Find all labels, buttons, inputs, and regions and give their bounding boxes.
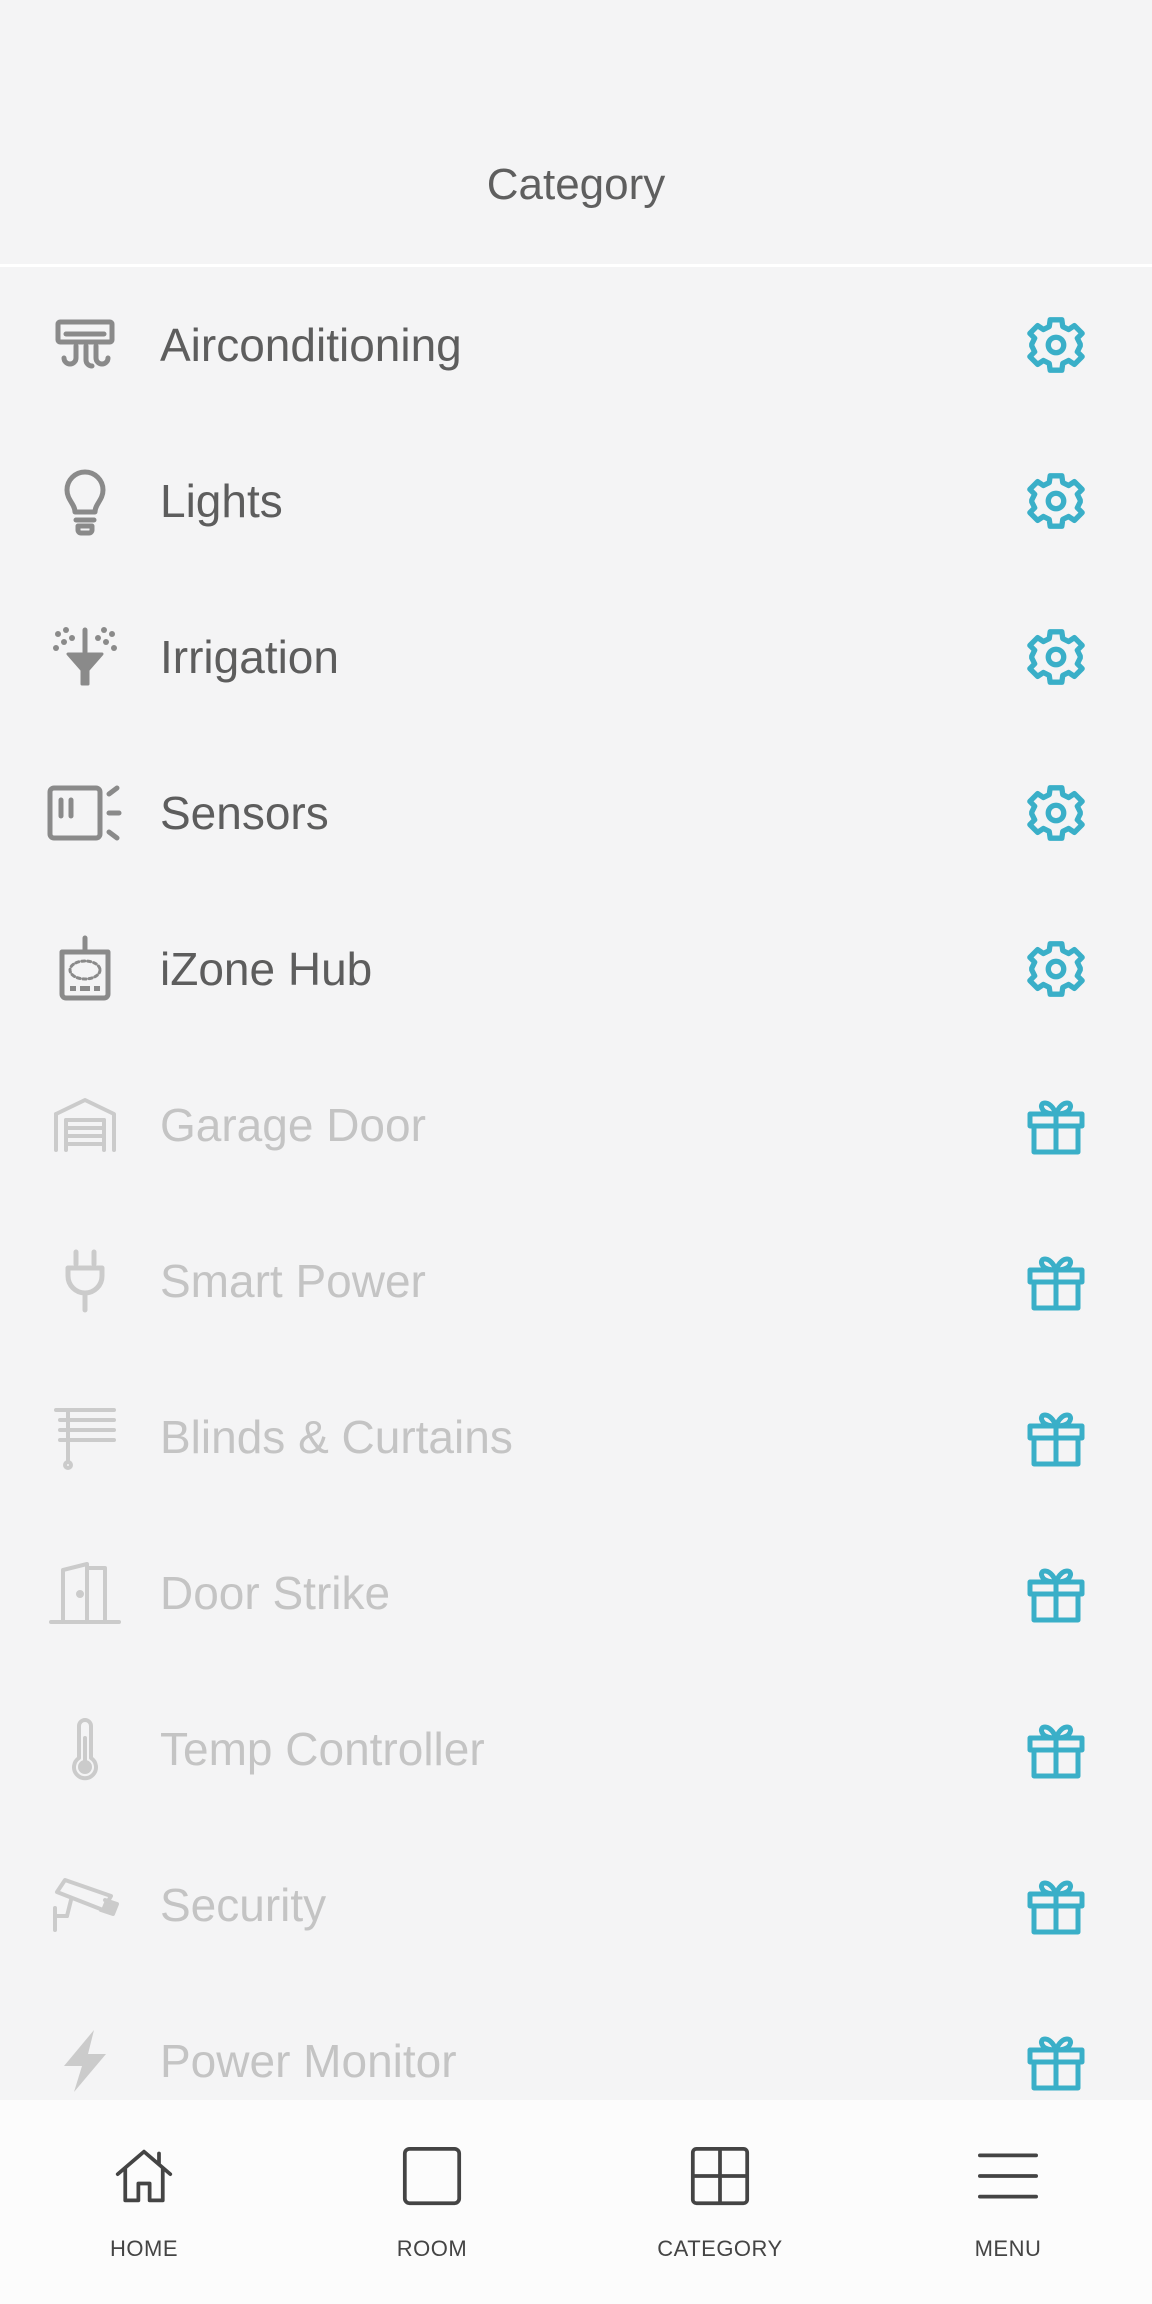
lightning-icon bbox=[40, 2021, 130, 2100]
category-row-power-monitor[interactable]: Power Monitor bbox=[0, 1983, 1152, 2100]
menu-icon bbox=[978, 2144, 1038, 2208]
door-icon bbox=[40, 1553, 130, 1633]
category-row-sensors[interactable]: Sensors bbox=[0, 735, 1152, 891]
gear-icon[interactable] bbox=[1020, 621, 1092, 693]
page-title: Category bbox=[486, 160, 666, 209]
category-label: Garage Door bbox=[160, 1099, 426, 1151]
category-label: Security bbox=[160, 1879, 327, 1931]
category-label: Airconditioning bbox=[160, 319, 462, 371]
garage-icon bbox=[40, 1085, 130, 1165]
category-label: Power Monitor bbox=[160, 2035, 457, 2087]
home-icon bbox=[114, 2144, 174, 2208]
category-label: Irrigation bbox=[160, 631, 339, 683]
grid-icon bbox=[690, 2144, 750, 2208]
camera-icon bbox=[40, 1865, 130, 1945]
gift-icon[interactable] bbox=[1020, 1869, 1092, 1941]
gift-icon[interactable] bbox=[1020, 1089, 1092, 1161]
gift-icon[interactable] bbox=[1020, 1245, 1092, 1317]
nav-category[interactable]: CATEGORY bbox=[576, 2100, 864, 2304]
gear-icon[interactable] bbox=[1020, 309, 1092, 381]
category-row-lights[interactable]: Lights bbox=[0, 423, 1152, 579]
nav-menu[interactable]: MENU bbox=[864, 2100, 1152, 2304]
sprinkler-icon bbox=[40, 617, 130, 697]
category-row-garage-door[interactable]: Garage Door bbox=[0, 1047, 1152, 1203]
category-label: Blinds & Curtains bbox=[160, 1411, 513, 1463]
hub-icon bbox=[40, 929, 130, 1009]
aircon-icon bbox=[40, 305, 130, 385]
nav-label: CATEGORY bbox=[657, 2236, 783, 2261]
nav-label: MENU bbox=[974, 2236, 1042, 2261]
category-row-smart-power[interactable]: Smart Power bbox=[0, 1203, 1152, 1359]
bulb-icon bbox=[40, 461, 130, 541]
category-row-irrigation[interactable]: Irrigation bbox=[0, 579, 1152, 735]
gear-icon[interactable] bbox=[1020, 777, 1092, 849]
category-label: iZone Hub bbox=[160, 943, 373, 995]
gift-icon[interactable] bbox=[1020, 1401, 1092, 1473]
gift-icon[interactable] bbox=[1020, 2025, 1092, 2097]
sensor-icon bbox=[40, 773, 130, 853]
nav-label: ROOM bbox=[396, 2236, 468, 2261]
thermometer-icon bbox=[40, 1709, 130, 1789]
category-label: Temp Controller bbox=[160, 1723, 485, 1775]
header: Category bbox=[0, 0, 1152, 264]
nav-label: HOME bbox=[110, 2236, 178, 2261]
plug-icon bbox=[40, 1241, 130, 1321]
category-row-security[interactable]: Security bbox=[0, 1827, 1152, 1983]
category-row-blinds-curtains[interactable]: Blinds & Curtains bbox=[0, 1359, 1152, 1515]
category-list: Airconditioning Lights Irrigation Sensor… bbox=[0, 267, 1152, 2100]
gift-icon[interactable] bbox=[1020, 1557, 1092, 1629]
category-row-airconditioning[interactable]: Airconditioning bbox=[0, 267, 1152, 423]
gear-icon[interactable] bbox=[1020, 465, 1092, 537]
nav-home[interactable]: HOME bbox=[0, 2100, 288, 2304]
category-label: Lights bbox=[160, 475, 283, 527]
category-row-temp-controller[interactable]: Temp Controller bbox=[0, 1671, 1152, 1827]
category-row-door-strike[interactable]: Door Strike bbox=[0, 1515, 1152, 1671]
bottom-nav: HOME ROOM CATEGORY MENU bbox=[0, 2100, 1152, 2304]
nav-room[interactable]: ROOM bbox=[288, 2100, 576, 2304]
category-label: Door Strike bbox=[160, 1567, 391, 1619]
category-label: Smart Power bbox=[160, 1255, 426, 1307]
category-label: Sensors bbox=[160, 787, 329, 839]
blinds-icon bbox=[40, 1397, 130, 1477]
gift-icon[interactable] bbox=[1020, 1713, 1092, 1785]
category-row-izone-hub[interactable]: iZone Hub bbox=[0, 891, 1152, 1047]
room-icon bbox=[402, 2144, 462, 2208]
gear-icon[interactable] bbox=[1020, 933, 1092, 1005]
